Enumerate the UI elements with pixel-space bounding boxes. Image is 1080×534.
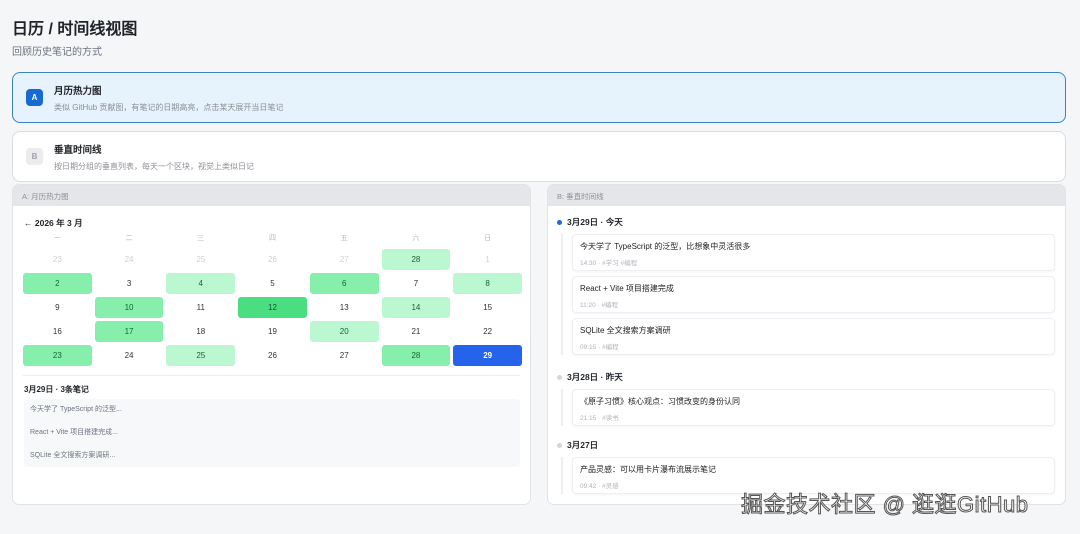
calendar-day[interactable]: 2 — [23, 273, 92, 294]
panel-header: B: 垂直时间线 — [548, 185, 1065, 206]
calendar-day[interactable]: 22 — [453, 321, 522, 342]
weekday-label: 五 — [340, 235, 348, 242]
timeline-date-label: 3月27日 — [567, 440, 599, 450]
calendar-day[interactable]: 24 — [95, 345, 164, 366]
calendar-day[interactable]: 21 — [382, 321, 451, 342]
timeline-date-header: 3月28日 · 昨天 — [557, 370, 1055, 384]
weekday-label: 日 — [484, 235, 492, 242]
calendar-day[interactable]: 5 — [238, 273, 307, 294]
calendar-day[interactable]: 9 — [23, 297, 92, 318]
weekday-label: 六 — [412, 235, 420, 242]
calendar-panel: A: 月历热力图 ← 2026 年 3 月 一二三四五六日 23 24 25 26 27 2… — [12, 184, 531, 505]
calendar-day[interactable]: 4 — [166, 273, 236, 294]
calendar-day[interactable]: 28 — [381, 345, 451, 366]
timeline-note-card[interactable]: SQLite 全文搜索方案调研 09:15 · #编程 — [572, 318, 1055, 355]
calendar-day[interactable]: 20 — [309, 321, 379, 342]
timeline-date-label: 3月29日 · 今天 — [567, 217, 623, 227]
calendar-day[interactable]: 27 — [310, 345, 379, 366]
calendar-day[interactable]: 25 — [166, 249, 235, 270]
calendar-grid: 一二三四五六日 23 24 25 26 27 28 1 2 3 4 5 6 7 8 9 10 11 12 13 14 15… — [23, 233, 522, 366]
timeline-date-header: 3月29日 · 今天 — [557, 215, 1055, 229]
option-a-calendar-heatmap[interactable]: A 月历热力图 类似 GitHub 贡献图，有笔记的日期高亮，点击某天展开当日笔… — [12, 72, 1066, 123]
weekday-label: 二 — [125, 235, 133, 242]
page-title: 日历 / 时间线视图 — [12, 21, 138, 38]
weekday-label: 三 — [197, 235, 205, 242]
note-item[interactable]: React + Vite 项目搭建完成... — [30, 427, 514, 450]
day-notes-header: 3月29日 · 3条笔记 — [24, 385, 89, 394]
calendar-day[interactable]: 26 — [238, 345, 307, 366]
calendar-day[interactable]: 3 — [95, 273, 164, 294]
calendar-day[interactable]: 27 — [310, 249, 379, 270]
panel-header: A: 月历热力图 — [13, 185, 530, 206]
option-desc: 类似 GitHub 贡献图，有笔记的日期高亮，点击某天展开当日笔记 — [54, 102, 284, 112]
note-title: 产品灵感：可以用卡片瀑布流展示笔记 — [580, 465, 716, 474]
calendar-day[interactable]: 1 — [453, 249, 522, 270]
month-nav-back[interactable]: ← 2026 年 3 月 — [24, 217, 83, 229]
weekday-label: 四 — [268, 235, 276, 242]
calendar-day[interactable]: 10 — [94, 297, 164, 318]
watermark: 掘金技术社区 @ 逛逛GitHub — [741, 492, 1029, 518]
note-meta: 21:15 · #读书 — [580, 415, 619, 422]
calendar-day[interactable]: 8 — [453, 273, 522, 294]
note-title: React + Vite 项目搭建完成 — [580, 284, 674, 293]
divider — [23, 375, 520, 376]
timeline-dot-icon — [557, 219, 562, 225]
timeline-dot-icon — [557, 374, 562, 380]
option-title: 月历热力图 — [54, 85, 102, 97]
page-subtitle: 回顾历史笔记的方式 — [12, 47, 102, 58]
note-item[interactable]: 今天学了 TypeScript 的泛型... — [30, 404, 514, 427]
calendar-day-selected[interactable]: 29 — [453, 345, 522, 366]
timeline-date-label: 3月28日 · 昨天 — [567, 372, 623, 382]
timeline-group: 3月28日 · 昨天《原子习惯》核心观点：习惯改变的身份认同 21:15 · #读… — [557, 370, 1055, 431]
timeline-dot-icon — [557, 442, 562, 448]
note-meta: 11:20 · #编程 — [580, 302, 619, 309]
option-desc: 按日期分组的垂直列表，每天一个区块，视觉上类似日记 — [54, 161, 254, 171]
calendar-day[interactable]: 15 — [453, 297, 522, 318]
timeline-items: 今天学了 TypeScript 的泛型，比想象中灵活很多 14:30 · #学习 … — [561, 234, 1055, 355]
calendar-day[interactable]: 7 — [382, 273, 451, 294]
option-b-vertical-timeline[interactable]: B 垂直时间线 按日期分组的垂直列表，每天一个区块，视觉上类似日记 — [12, 131, 1066, 182]
day-notes-list: 今天学了 TypeScript 的泛型... React + Vite 项目搭建完… — [24, 399, 520, 467]
calendar-day[interactable]: 6 — [309, 273, 379, 294]
timeline-note-card[interactable]: 今天学了 TypeScript 的泛型，比想象中灵活很多 14:30 · #学习 … — [572, 234, 1055, 271]
note-title: SQLite 全文搜索方案调研 — [580, 326, 671, 335]
calendar-day[interactable]: 24 — [95, 249, 164, 270]
timeline-panel: B: 垂直时间线 3月29日 · 今天今天学了 TypeScript 的泛型，比… — [547, 184, 1066, 505]
option-badge: A — [26, 89, 43, 106]
timeline-date-header: 3月27日 — [557, 438, 1055, 452]
calendar-day[interactable]: 28 — [381, 249, 451, 270]
calendar-day[interactable]: 13 — [310, 297, 379, 318]
timeline-items: 《原子习惯》核心观点：习惯改变的身份认同 21:15 · #读书 — [561, 389, 1055, 426]
note-title: 今天学了 TypeScript 的泛型，比想象中灵活很多 — [580, 242, 751, 251]
calendar-day[interactable]: 25 — [166, 345, 236, 366]
calendar-day[interactable]: 19 — [238, 321, 307, 342]
calendar-day[interactable]: 23 — [23, 345, 92, 366]
calendar-day[interactable]: 23 — [23, 249, 92, 270]
timeline-note-card[interactable]: React + Vite 项目搭建完成 11:20 · #编程 — [572, 276, 1055, 313]
calendar-day[interactable]: 12 — [238, 297, 307, 318]
option-badge: B — [26, 148, 43, 165]
timeline-note-card[interactable]: 《原子习惯》核心观点：习惯改变的身份认同 21:15 · #读书 — [572, 389, 1055, 426]
calendar-day[interactable]: 11 — [166, 297, 235, 318]
note-title: 《原子习惯》核心观点：习惯改变的身份认同 — [580, 397, 740, 406]
note-meta: 09:15 · #编程 — [580, 344, 619, 351]
calendar-day[interactable]: 14 — [381, 297, 451, 318]
calendar-day[interactable]: 17 — [94, 321, 164, 342]
note-meta: 14:30 · #学习 #编程 — [580, 260, 638, 267]
weekday-label: 一 — [53, 235, 61, 242]
calendar-day[interactable]: 16 — [23, 321, 92, 342]
note-item[interactable]: SQLite 全文搜索方案调研... — [30, 450, 514, 473]
timeline-group: 3月29日 · 今天今天学了 TypeScript 的泛型，比想象中灵活很多 14… — [557, 215, 1055, 360]
calendar-day[interactable]: 18 — [166, 321, 235, 342]
calendar-day[interactable]: 26 — [238, 249, 307, 270]
option-title: 垂直时间线 — [54, 144, 102, 156]
